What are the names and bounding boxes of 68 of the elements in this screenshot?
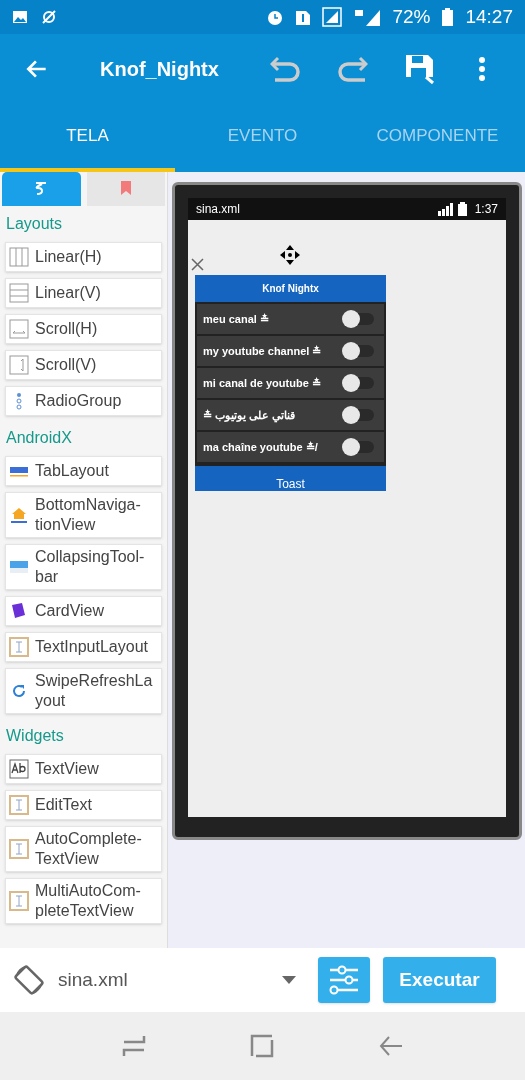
widgets-tab[interactable] <box>2 172 81 206</box>
palette-item[interactable]: SwipeRefreshLayout <box>5 668 162 714</box>
vertical-scroll-icon <box>9 355 29 375</box>
battery-icon <box>442 8 454 26</box>
battery-icon <box>457 202 467 216</box>
save-button[interactable] <box>404 53 436 85</box>
preview-file-name: sina.xml <box>196 201 241 218</box>
section-header: Layouts <box>5 214 64 234</box>
back-nav-button[interactable] <box>378 1034 403 1058</box>
signal-icon <box>354 8 381 26</box>
toggle-switch[interactable] <box>342 310 374 328</box>
toggle-switch[interactable] <box>342 438 374 456</box>
more-button[interactable] <box>478 56 486 82</box>
columns-icon <box>9 247 29 267</box>
toggle-switch[interactable] <box>342 342 374 360</box>
rotate-icon[interactable] <box>12 963 46 997</box>
text-input-icon <box>9 637 29 657</box>
dropdown-caret-icon[interactable] <box>282 976 296 984</box>
palette-item[interactable]: BottomNaviga-tionView <box>5 492 162 538</box>
card-title: Knof Nightx <box>195 275 386 302</box>
palette-item[interactable]: AutoComplete-TextView <box>5 826 162 872</box>
switch-label: ≛ قناتي على يوتيوب <box>203 407 297 424</box>
switch-label: mi canal de youtube ≛ <box>203 375 322 391</box>
rows-icon <box>9 283 29 303</box>
undo-button[interactable] <box>270 54 302 84</box>
switch-label: ma chaîne youtube ≛/ <box>203 439 319 455</box>
palette-item[interactable]: EditText <box>5 790 162 820</box>
redo-button[interactable] <box>336 54 368 84</box>
palette-item[interactable]: TabLayout <box>5 456 162 486</box>
text-input-icon <box>9 795 29 815</box>
home-button[interactable] <box>250 1034 275 1058</box>
signal-icon <box>322 7 343 27</box>
clock: 14:27 <box>465 4 513 29</box>
palette-item[interactable]: TextView <box>5 754 162 784</box>
palette-item[interactable]: CardView <box>5 596 162 626</box>
toggle-switch[interactable] <box>342 374 374 392</box>
text-input-icon <box>9 891 29 911</box>
palette-item[interactable]: Linear(V) <box>5 278 162 308</box>
palette-item[interactable]: Scroll(V) <box>5 350 162 380</box>
palette-item[interactable]: Linear(H) <box>5 242 162 272</box>
palette-item[interactable]: RadioGroup <box>5 386 162 416</box>
file-dropdown[interactable]: sina.xml <box>58 965 268 995</box>
palette-item[interactable]: MultiAutoCom-pleteTextView <box>5 878 162 924</box>
home-icon <box>9 505 29 525</box>
section-header: Widgets <box>5 726 65 746</box>
text-input-icon <box>9 839 29 859</box>
alarm-icon <box>266 8 285 26</box>
switch-label: my youtube channel ≛ <box>203 343 323 359</box>
move-icon <box>280 245 300 265</box>
project-title: Knof_Nightx <box>100 57 220 82</box>
horizontal-scroll-icon <box>9 319 29 339</box>
settings-button[interactable] <box>318 957 370 1003</box>
image-icon <box>12 9 28 25</box>
preview-clock: 1:37 <box>474 201 498 218</box>
signal-icon <box>437 202 454 216</box>
switch-label: meu canal ≛ <box>203 311 270 327</box>
battery-level: 72% <box>392 4 431 29</box>
palette-item[interactable]: Scroll(H) <box>5 314 162 344</box>
sim-icon <box>296 9 311 25</box>
palette-item[interactable]: CollapsingTool-bar <box>5 544 162 590</box>
text-icon <box>9 759 29 779</box>
section-header: AndroidX <box>5 428 73 448</box>
toggle-switch[interactable] <box>342 406 374 424</box>
toast-button[interactable]: Toast <box>195 466 386 491</box>
recent-apps-button[interactable] <box>122 1034 147 1058</box>
bookmark-tab[interactable] <box>86 172 165 206</box>
close-icon[interactable] <box>191 258 204 271</box>
palette-item[interactable]: TextInputLayout <box>5 632 162 662</box>
